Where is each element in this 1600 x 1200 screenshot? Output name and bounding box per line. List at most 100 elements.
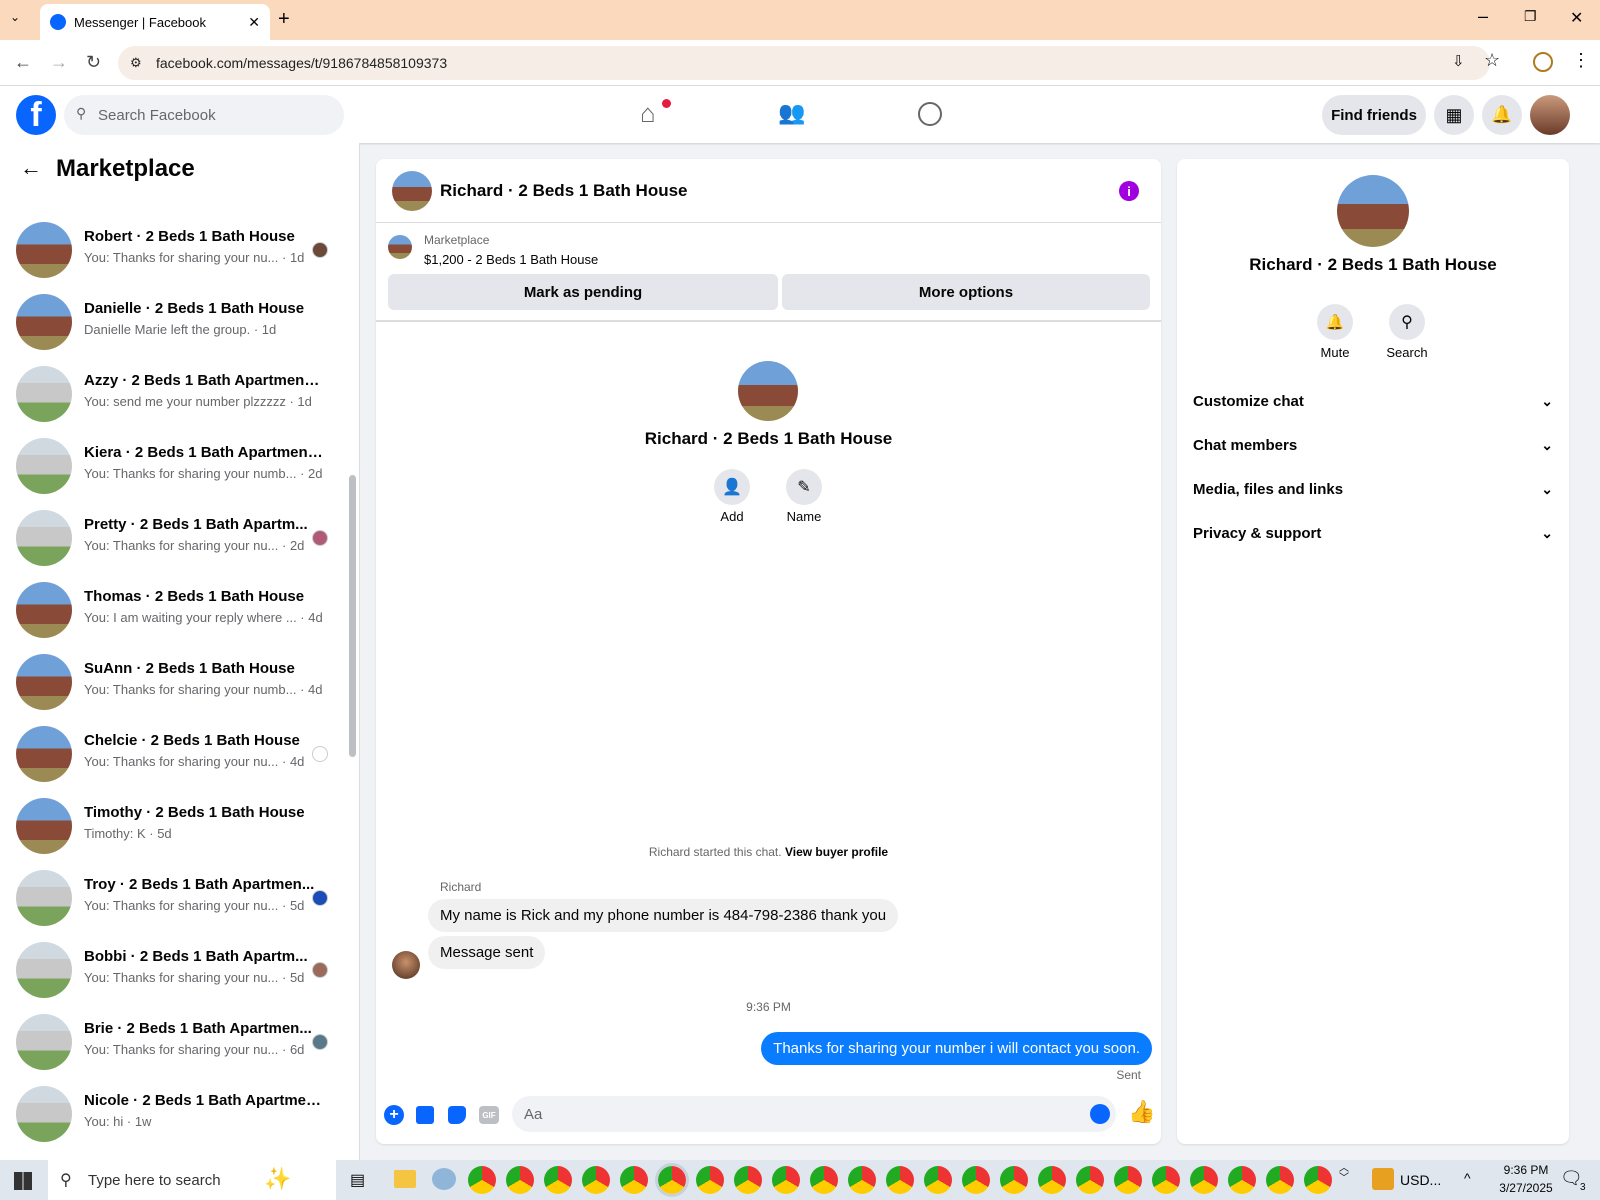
back-icon[interactable]: ← [14,52,32,73]
info-section-row[interactable]: Chat members ⌄ [1193,423,1553,467]
url-input[interactable]: ⚙ facebook.com/messages/t/91867848581093… [118,46,1490,80]
search-in-chat-button[interactable]: ⚲ [1389,304,1425,340]
find-friends-button[interactable]: Find friends [1322,95,1426,135]
conversation-item[interactable]: Robert · 2 Beds 1 Bath House You: Thanks … [0,213,340,285]
emoji-icon[interactable] [1090,1104,1110,1124]
conversation-item[interactable]: Danielle · 2 Beds 1 Bath House Danielle M… [0,285,340,357]
account-avatar[interactable] [1530,95,1570,135]
reload-icon[interactable]: ↻ [86,52,101,73]
conversation-item[interactable]: Bobbi · 2 Beds 1 Bath Apartm... You: Than… [0,933,340,1005]
chat-title[interactable]: Richard · 2 Beds 1 Bath House [440,181,688,201]
info-avatar[interactable] [1337,175,1409,247]
chrome-icon[interactable] [1038,1166,1066,1194]
listing-thumbnail[interactable] [388,235,412,259]
browser-tab[interactable]: Messenger | Facebook ✕ [40,4,270,40]
profile-avatar[interactable] [738,361,798,421]
facebook-logo-icon[interactable]: f [16,95,56,135]
chrome-icon[interactable] [582,1166,610,1194]
conversation-item[interactable]: Kiera · 2 Beds 1 Bath Apartment/... You: … [0,429,340,501]
sticker-icon[interactable] [448,1106,466,1124]
info-section-row[interactable]: Media, files and links ⌄ [1193,467,1553,511]
thumbs-up-icon[interactable]: 👍 [1128,1099,1155,1125]
mute-button[interactable]: 🔔 [1317,304,1353,340]
attach-photo-icon[interactable] [416,1106,434,1124]
conversation-item[interactable]: Brie · 2 Beds 1 Bath Apartmen... You: Tha… [0,1005,340,1077]
chrome-icon[interactable] [655,1163,689,1197]
search-facebook-input[interactable]: ⚲ Search Facebook [64,95,344,135]
chrome-icon[interactable] [886,1166,914,1194]
minimize-icon[interactable]: – [1478,6,1488,27]
conversation-item[interactable]: Chelcie · 2 Beds 1 Bath House You: Thanks… [0,717,340,789]
site-info-icon[interactable]: ⚙ [130,55,142,71]
chrome-icon[interactable] [506,1166,534,1194]
message-bubble[interactable]: My name is Rick and my phone number is 4… [428,899,899,932]
message-bubble[interactable]: Message sent [428,936,546,969]
chrome-icon[interactable] [1076,1166,1104,1194]
tray-overflow-icon[interactable]: ︿ ﹀ [1339,1164,1349,1184]
chrome-icon[interactable] [772,1166,800,1194]
taskbar-search-box[interactable]: ⚲ Type here to search ✨ [48,1160,336,1200]
forward-icon[interactable]: → [50,52,68,73]
conversation-item[interactable]: Pretty · 2 Beds 1 Bath Apartm... You: Tha… [0,501,340,573]
browser-menu-icon[interactable]: ⋮ [1572,50,1590,71]
conversation-item[interactable]: Timothy · 2 Beds 1 Bath House Timothy: K … [0,789,340,861]
chrome-icon[interactable] [848,1166,876,1194]
chrome-icon[interactable] [1152,1166,1180,1194]
notifications-bell-icon[interactable]: 🔔 [1482,95,1522,135]
new-tab-icon[interactable]: + [278,8,290,31]
currency-widget-label[interactable]: USD... [1400,1172,1441,1188]
chrome-icon[interactable] [924,1166,952,1194]
sender-avatar[interactable] [392,951,420,979]
view-buyer-profile-link[interactable]: View buyer profile [785,845,888,859]
chrome-icon[interactable] [544,1166,572,1194]
chrome-icon[interactable] [1304,1166,1332,1194]
chrome-icon[interactable] [468,1166,496,1194]
chrome-icon[interactable] [1190,1166,1218,1194]
chrome-icon[interactable] [1000,1166,1028,1194]
chrome-icon[interactable] [620,1166,648,1194]
more-options-button[interactable]: More options [782,274,1150,310]
chat-avatar[interactable] [392,171,432,211]
chrome-icon[interactable] [1266,1166,1294,1194]
edit-name-button[interactable]: ✎ [786,469,822,505]
task-view-icon[interactable]: ▤ [350,1170,365,1190]
message-input[interactable]: Aa [512,1096,1116,1132]
conversation-item[interactable]: Thomas · 2 Beds 1 Bath House You: I am wa… [0,573,340,645]
tab-list-icon[interactable]: ⌄ [10,10,20,24]
conversation-item[interactable]: Nicole · 2 Beds 1 Bath Apartmen... You: h… [0,1077,340,1149]
close-tab-icon[interactable]: ✕ [248,14,260,31]
gif-icon[interactable]: GIF [479,1106,499,1124]
currency-widget-icon[interactable] [1372,1168,1394,1190]
restore-icon[interactable]: ❐ [1524,8,1537,25]
chrome-icon[interactable] [1228,1166,1256,1194]
conversation-info-icon[interactable]: i [1119,181,1139,201]
show-hidden-icons[interactable]: ^ [1464,1170,1471,1186]
clock-date[interactable]: 3/27/2025 [1486,1181,1566,1195]
more-actions-icon[interactable]: + [384,1105,404,1125]
listing-title[interactable]: $1,200 - 2 Beds 1 Bath House [424,252,598,267]
back-arrow-icon[interactable]: ← [20,155,42,181]
paint-icon[interactable] [432,1168,456,1190]
clock-time[interactable]: 9:36 PM [1486,1163,1566,1177]
conversation-item[interactable]: SuAnn · 2 Beds 1 Bath House You: Thanks f… [0,645,340,717]
chrome-icon[interactable] [696,1166,724,1194]
bookmark-star-icon[interactable]: ☆ [1484,50,1500,71]
add-person-button[interactable]: 👤 [714,469,750,505]
info-section-row[interactable]: Customize chat ⌄ [1193,379,1553,423]
mark-as-pending-button[interactable]: Mark as pending [388,274,778,310]
windows-start-icon[interactable] [14,1172,32,1190]
conversation-item[interactable]: Azzy · 2 Beds 1 Bath Apartment/... You: s… [0,357,340,429]
info-section-row[interactable]: Privacy & support ⌄ [1193,511,1553,555]
my-message-bubble[interactable]: Thanks for sharing your number i will co… [761,1032,1152,1065]
home-icon[interactable]: ⌂ [640,98,656,129]
install-icon[interactable]: ⇩ [1452,52,1465,70]
chrome-icon[interactable] [810,1166,838,1194]
scrollbar[interactable] [349,475,356,757]
chrome-icon[interactable] [734,1166,762,1194]
menu-grid-icon[interactable]: ▦ [1434,95,1474,135]
file-explorer-icon[interactable] [394,1170,416,1188]
chrome-icon[interactable] [1114,1166,1142,1194]
profile-icon[interactable] [1533,52,1553,72]
close-window-icon[interactable]: ✕ [1570,8,1583,28]
conversation-item[interactable]: Troy · 2 Beds 1 Bath Apartmen... You: Tha… [0,861,340,933]
